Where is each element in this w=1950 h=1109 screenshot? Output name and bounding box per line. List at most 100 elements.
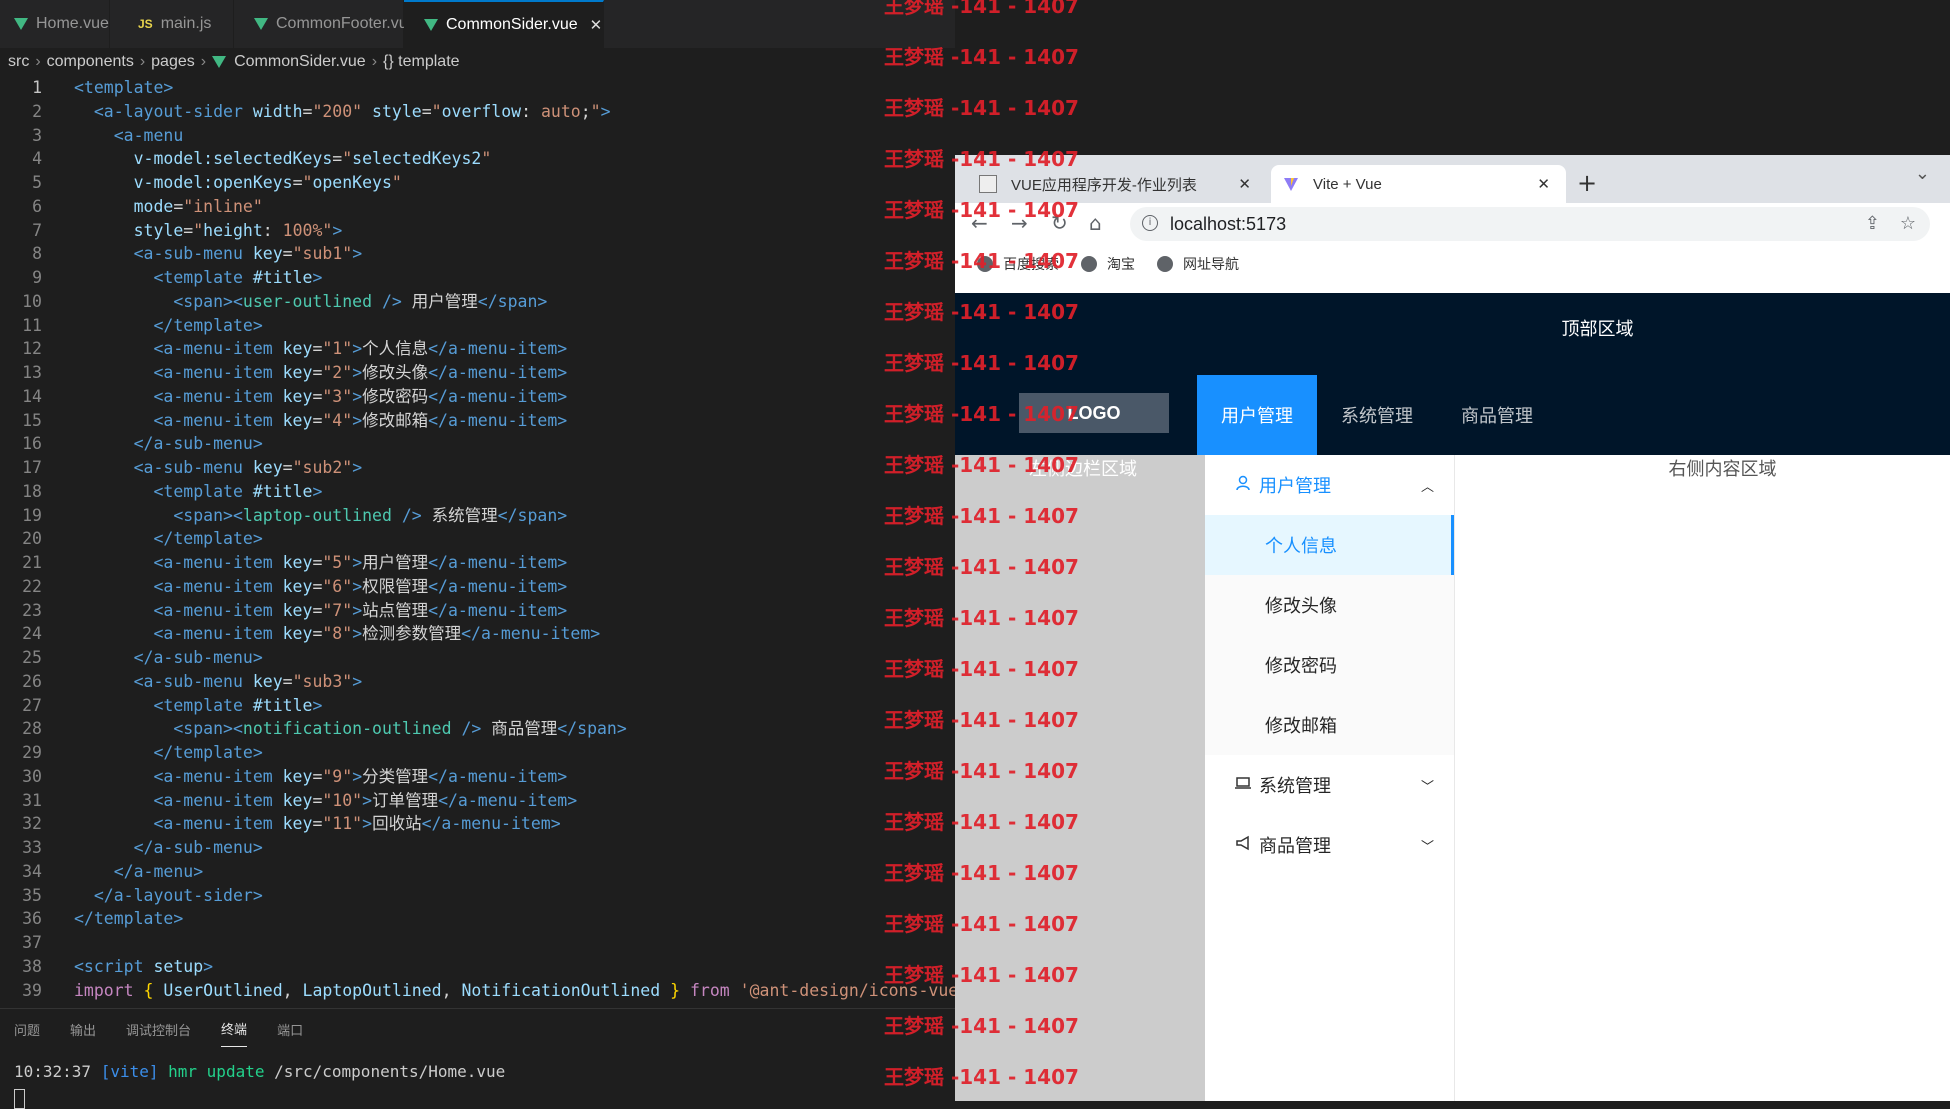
watermark-text: 王梦瑶 -141 - 1407	[884, 249, 1079, 273]
code-line: 25 </a-sub-menu>	[22, 648, 263, 667]
info-icon[interactable]: i	[1142, 215, 1158, 231]
code-line: 28 <span>< notification-outlined /> 商品管理 <…	[22, 719, 627, 739]
content-area: 右侧内容区域	[1455, 455, 1950, 1101]
tab-ports[interactable]: 端口	[277, 1012, 303, 1047]
watermark-text: 王梦瑶 -141 - 1407	[884, 606, 1079, 630]
chevron-down-icon: ﹀	[1420, 779, 1434, 795]
terminal-output[interactable]: 10:32:37 [vite] hmr update /src/componen…	[14, 1062, 505, 1081]
code-line: 20 </template>	[22, 529, 263, 549]
code-line: 2 <a-layout-sider width = "200" style = " ove…	[32, 101, 611, 121]
tab-problems[interactable]: 问题	[14, 1012, 40, 1047]
menu-item-profile[interactable]: 个人信息	[1205, 515, 1454, 575]
code-line: 38 <script setup >	[22, 956, 214, 976]
breadcrumb-item[interactable]: components	[47, 53, 134, 71]
home-icon[interactable]: ⌂	[1089, 211, 1102, 235]
right-area-label: 右侧内容区域	[1668, 459, 1777, 480]
bookmark-item[interactable]: 淘宝	[1081, 254, 1135, 274]
tab-debug-console[interactable]: 调试控制台	[126, 1012, 191, 1047]
submenu-users[interactable]: 用户管理 ︿	[1205, 455, 1454, 515]
top-menu-item-system[interactable]: 系统管理	[1317, 375, 1437, 455]
watermark-text: 王梦瑶 -141 - 1407	[884, 555, 1079, 579]
tab-label: CommonFooter.vue	[276, 15, 417, 32]
breadcrumb-item[interactable]: CommonSider.vue	[234, 53, 366, 71]
close-icon[interactable]: ✕	[590, 16, 603, 34]
vite-icon	[1283, 176, 1299, 192]
watermark-text: 王梦瑶 -141 - 1407	[884, 1014, 1079, 1038]
code-line: 15 <a-menu-item key = "4" > 修改邮箱 </a-menu-ite…	[22, 410, 568, 430]
breadcrumb-item[interactable]: {} template	[383, 53, 460, 71]
vue-icon	[424, 19, 438, 31]
tab-output[interactable]: 输出	[70, 1012, 96, 1047]
menu-item-avatar[interactable]: 修改头像	[1205, 575, 1454, 635]
bottom-panel: 问题 输出 调试控制台 终端 端口 10:32:37 [vite] hmr up…	[0, 1008, 955, 1109]
watermark-text: 王梦瑶 -141 - 1407	[884, 0, 1079, 18]
watermark-text: 王梦瑶 -141 - 1407	[884, 708, 1079, 732]
address-row: ← → ↻ ⌂ i localhost:5173 ⇪ ☆	[955, 203, 1950, 245]
tab-label: CommonSider.vue	[446, 16, 578, 33]
editor-tab-bar: Home.vue JS main.js CommonFooter.vue Com…	[0, 0, 955, 48]
breadcrumb-item[interactable]: src	[8, 53, 29, 71]
submenu-users-items: 个人信息 修改头像 修改密码 修改邮箱	[1205, 515, 1454, 755]
address-bar[interactable]: i localhost:5173 ⇪ ☆	[1130, 207, 1930, 241]
new-tab-icon[interactable]: +	[1577, 169, 1597, 197]
browser-window: VUE应用程序开发-作业列表 ✕ Vite + Vue ✕ + ⌄ ← → ↻ …	[955, 155, 1950, 1101]
code-line: 36 </template>	[22, 909, 184, 929]
watermark-text: 王梦瑶 -141 - 1407	[884, 198, 1079, 222]
code-line: 31 <a-menu-item key = "10" > 订单管理 </a-menu-it…	[22, 790, 578, 810]
watermark-text: 王梦瑶 -141 - 1407	[884, 402, 1079, 426]
browser-tab-label: VUE应用程序开发-作业列表	[1011, 176, 1197, 194]
watermark-text: 王梦瑶 -141 - 1407	[884, 657, 1079, 681]
top-menu-item-products[interactable]: 商品管理	[1437, 375, 1557, 455]
code-line: 9 <template #title >	[32, 268, 323, 287]
tab-home-vue[interactable]: Home.vue	[0, 0, 110, 48]
watermark-text: 王梦瑶 -141 - 1407	[884, 759, 1079, 783]
code-line: 13 <a-menu-item key = "2" > 修改头像 </a-menu-ite…	[22, 363, 568, 382]
chevron-down-icon[interactable]: ⌄	[1915, 163, 1930, 184]
code-line: 16 </a-sub-menu>	[22, 434, 263, 454]
star-icon[interactable]: ☆	[1900, 213, 1916, 234]
globe-icon	[1157, 256, 1173, 272]
code-line: 1 <template>	[32, 78, 174, 97]
menu-item-password[interactable]: 修改密码	[1205, 635, 1454, 695]
tab-terminal[interactable]: 终端	[221, 1011, 248, 1047]
menu-item-email[interactable]: 修改邮箱	[1205, 695, 1454, 755]
close-icon[interactable]: ✕	[1537, 175, 1550, 193]
watermark-text: 王梦瑶 -141 - 1407	[884, 96, 1079, 120]
terminal-tag: [vite]	[100, 1062, 159, 1081]
submenu-products[interactable]: 商品管理 ﹀	[1205, 815, 1454, 875]
submenu-system[interactable]: 系统管理 ﹀	[1205, 755, 1454, 815]
code-line: 30 <a-menu-item key = "9" > 分类管理 </a-menu-ite…	[22, 766, 568, 786]
code-line: 26 <a-sub-menu key = "sub3" >	[22, 671, 363, 691]
code-line: 29 </template>	[22, 743, 263, 762]
top-menu-item-users[interactable]: 用户管理	[1197, 375, 1317, 455]
breadcrumb-item[interactable]: pages	[151, 53, 195, 71]
watermark-text: 王梦瑶 -141 - 1407	[884, 300, 1079, 324]
code-line: 12 <a-menu-item key = "1" > 个人信息 </a-menu-ite…	[22, 339, 568, 359]
bookmark-item[interactable]: 网址导航	[1157, 254, 1239, 274]
terminal-time: 10:32:37	[14, 1062, 92, 1081]
code-line: 10 <span>< user-outlined /> 用户管理 </span>	[22, 291, 548, 311]
watermark-text: 王梦瑶 -141 - 1407	[884, 912, 1079, 936]
browser-tab-bar: VUE应用程序开发-作业列表 ✕ Vite + Vue ✕ + ⌄	[955, 155, 1950, 203]
top-menu: 用户管理 系统管理 商品管理	[1197, 375, 1557, 455]
share-icon[interactable]: ⇪	[1865, 213, 1880, 234]
tab-commonfooter-vue[interactable]: CommonFooter.vue	[234, 0, 417, 48]
code-area[interactable]: 1 <template> 2 <a-layout-sider width = "200…	[0, 76, 955, 1000]
watermark-text: 王梦瑶 -141 - 1407	[884, 351, 1079, 375]
watermark-text: 王梦瑶 -141 - 1407	[884, 810, 1079, 834]
address-text: localhost:5173	[1170, 214, 1287, 234]
watermark-text: 王梦瑶 -141 - 1407	[884, 453, 1079, 477]
submenu-label: 系统管理	[1259, 776, 1331, 797]
browser-tab-vite[interactable]: Vite + Vue ✕	[1271, 165, 1566, 203]
code-line: 3 <a-menu	[32, 125, 184, 145]
vue-icon	[254, 18, 268, 30]
code-line: 37	[22, 933, 42, 952]
code-line: 14 <a-menu-item key = "3" > 修改密码 </a-menu-ite…	[22, 386, 568, 406]
code-line: 19 <span>< laptop-outlined /> 系统管理 </span>	[22, 505, 568, 525]
chevron-up-icon: ︿	[1420, 479, 1434, 495]
js-icon: JS	[138, 17, 153, 31]
tab-commonsider-vue[interactable]: CommonSider.vue ✕	[404, 0, 604, 48]
vue-icon	[212, 56, 227, 68]
close-icon[interactable]: ✕	[1238, 175, 1251, 193]
tab-main-js[interactable]: JS main.js	[110, 0, 234, 48]
